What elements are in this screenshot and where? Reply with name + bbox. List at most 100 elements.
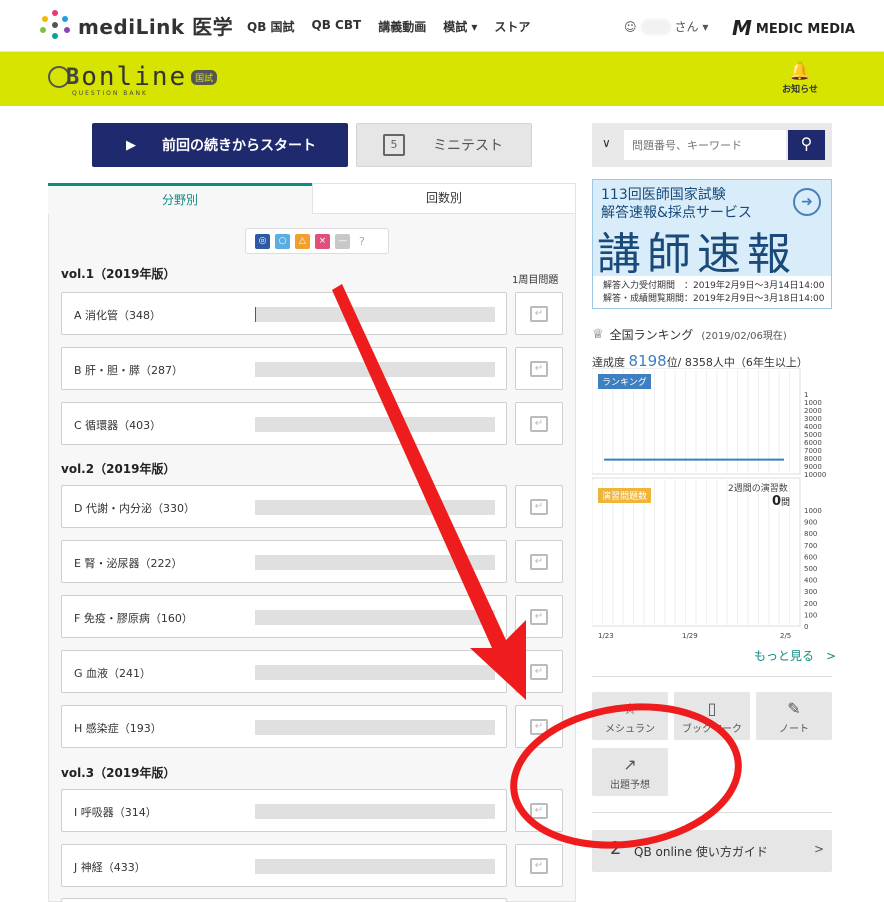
y-tick-label: 0 <box>804 623 808 631</box>
nav-store[interactable]: ストア <box>494 18 530 35</box>
start-subject-button[interactable]: ↵ <box>515 485 563 528</box>
nav-qb-cbt[interactable]: QB CBT <box>312 18 362 35</box>
meshuran-button[interactable]: ☆ メシュラン <box>592 692 668 740</box>
exam-prediction-button[interactable]: ↗ 出題予想 <box>592 748 668 796</box>
qb-logo-subtitle: QUESTION BANK <box>72 90 148 97</box>
subject-row[interactable]: A 消化管（348） <box>61 292 507 335</box>
mini-test-label: ミニテスト <box>433 138 503 154</box>
start-subject-button[interactable]: ↵ <box>515 789 563 832</box>
filter-circle[interactable]: ○ <box>275 233 290 249</box>
start-subject-button[interactable]: ↵ <box>515 705 563 748</box>
filter-double-circle[interactable]: ◎ <box>255 233 270 249</box>
start-subject-button[interactable]: ↵ <box>515 595 563 638</box>
y-tick-label: 100 <box>804 611 817 619</box>
y-tick-label: 900 <box>804 519 817 527</box>
enter-icon: ↵ <box>530 718 548 735</box>
user-menu[interactable]: ☺ さん ▾ <box>624 18 708 35</box>
subject-row[interactable]: G 血液（241） <box>61 650 507 693</box>
progress-bar-fill <box>255 307 256 322</box>
start-subject-button[interactable]: ↵ <box>515 402 563 445</box>
filter-triangle[interactable]: △ <box>295 233 310 249</box>
start-subject-button[interactable]: ↵ <box>515 650 563 693</box>
filter-dash[interactable]: — <box>335 233 350 249</box>
progress-bar <box>255 555 495 570</box>
y-tick-label: 7000 <box>804 447 822 455</box>
note-label: ノート <box>779 724 809 735</box>
arrow-right-icon: ➜ <box>793 188 821 216</box>
see-more-link[interactable]: もっと見る > <box>754 647 836 664</box>
resume-button[interactable]: ▶ 前回の続きからスタート <box>92 123 348 167</box>
start-subject-button[interactable]: ↵ <box>515 540 563 583</box>
nav-mock-exam[interactable]: 模試 ▾ <box>443 18 477 35</box>
y-tick-label: 800 <box>804 530 817 538</box>
banner-footer-line-2: 解答・成績閲覧期間：2019年2月9日〜3月18日14:00 <box>603 294 825 304</box>
banner-line-1: 113回医師国家試験 <box>601 187 726 203</box>
instructor-flash-banner[interactable]: 113回医師国家試験 解答速報&採点サービス ➜ 講師速報 解答入力受付期間 ：… <box>592 179 832 309</box>
qb-logo-b: B <box>66 64 80 90</box>
ranking-title-text: 全国ランキング <box>609 328 694 342</box>
chevron-down-icon[interactable]: ∨ <box>602 136 611 150</box>
y-tick-label: 1000 <box>804 507 822 515</box>
y-tick-label: 2000 <box>804 407 822 415</box>
medic-media-logo[interactable]: M MEDIC MEDIA <box>732 16 855 40</box>
banner-headline: 講師速報 <box>597 229 797 280</box>
exam-prediction-label: 出題予想 <box>610 780 650 791</box>
ranking-title: ♕ 全国ランキング (2019/02/06現在) <box>592 326 787 343</box>
y-tick-label: 6000 <box>804 439 822 447</box>
progress-bar <box>255 307 495 322</box>
user-name-redacted <box>640 18 671 35</box>
bookmark-button[interactable]: ▯ ブックマーク <box>674 692 750 740</box>
practice-count: 0問 <box>772 494 790 509</box>
tab-by-field[interactable]: 分野別 <box>48 183 312 214</box>
subject-name: H 感染症（193） <box>74 722 162 735</box>
mini-test-button[interactable]: 5 ミニテスト <box>356 123 532 167</box>
subject-row[interactable]: I 呼吸器（314） <box>61 789 507 832</box>
usage-guide-button[interactable]: 2 QB online 使い方ガイド > <box>592 830 832 872</box>
subject-name: A 消化管（348） <box>74 309 162 322</box>
practice-chart-badge: 演習問題数 <box>598 488 652 503</box>
subject-row-partial <box>61 898 507 902</box>
subject-name: D 代謝・内分泌（330） <box>74 502 195 515</box>
subject-name: F 免疫・膠原病（160） <box>74 612 193 625</box>
search-input[interactable] <box>624 130 786 160</box>
x-tick-label: 2/5 <box>780 632 791 640</box>
subject-row[interactable]: C 循環器（403） <box>61 402 507 445</box>
subject-row[interactable]: B 肝・胆・膵（287） <box>61 347 507 390</box>
user-icon: ☺ <box>624 19 637 34</box>
start-subject-button[interactable]: ↵ <box>515 347 563 390</box>
nav-qb-kokushi[interactable]: QB 国試 <box>247 18 295 35</box>
subject-row[interactable]: E 腎・泌尿器（222） <box>61 540 507 583</box>
ranking-chart-badge: ランキング <box>598 374 651 389</box>
note-button[interactable]: ✎ ノート <box>756 692 832 740</box>
notifications-button[interactable]: 🔔 お知らせ <box>780 62 820 96</box>
subject-row[interactable]: D 代謝・内分泌（330） <box>61 485 507 528</box>
subject-row[interactable]: J 神経（433） <box>61 844 507 887</box>
enter-icon: ↵ <box>530 663 548 680</box>
pencil-icon: ✎ <box>787 699 801 718</box>
subject-row[interactable]: F 免疫・膠原病（160） <box>61 595 507 638</box>
medilink-logo[interactable]: mediLink 医学 <box>40 10 233 40</box>
tab-by-exam-round[interactable]: 回数別 <box>312 183 576 214</box>
enter-icon: ↵ <box>530 360 548 377</box>
start-subject-button[interactable]: ↵ <box>515 844 563 887</box>
nav-lecture-videos[interactable]: 講義動画 <box>378 18 426 35</box>
start-subject-button[interactable]: ↵ <box>515 292 563 335</box>
enter-icon: ↵ <box>530 415 548 432</box>
two-week-label: 2週間の演習数 <box>728 484 788 494</box>
enter-icon: ↵ <box>530 553 548 570</box>
progress-bar <box>255 417 495 432</box>
filter-unanswered[interactable]: ? <box>359 235 365 248</box>
subject-row[interactable]: H 感染症（193） <box>61 705 507 748</box>
publisher-name: MEDIC MEDIA <box>755 22 855 37</box>
enter-icon: ↵ <box>530 857 548 874</box>
filter-cross[interactable]: × <box>315 233 330 249</box>
crown-icon: ♕ <box>592 327 604 342</box>
search-button[interactable]: ⚲ <box>788 130 825 160</box>
round-header: 1周目問題 <box>512 275 559 286</box>
brand-name: mediLink 医学 <box>78 14 234 39</box>
star-icon: ☆ <box>622 699 638 718</box>
ranking-charts: 1 1000 2000 3000 4000 5000 6000 7000 8000 9000 100… <box>591 367 830 640</box>
progress-bar <box>255 500 495 515</box>
chevron-right-icon: > <box>814 842 825 856</box>
qb-online-logo[interactable]: B online 国試 <box>48 62 218 92</box>
